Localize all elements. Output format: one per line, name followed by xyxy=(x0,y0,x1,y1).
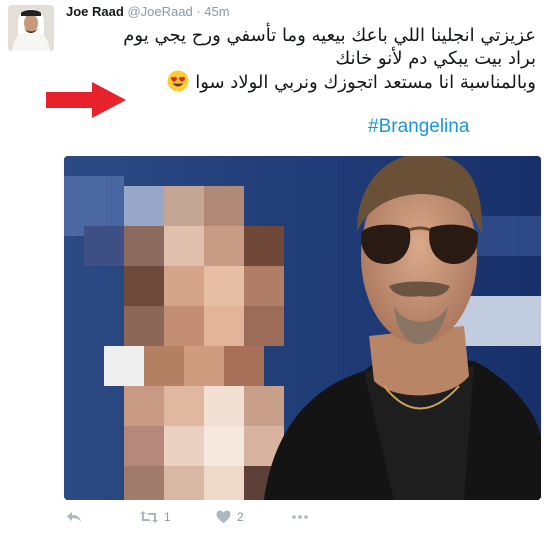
like-count: 2 xyxy=(237,510,244,524)
tweet-text: عزيزتي انجلينا اللي باعك بيعيه وما تأسفي… xyxy=(76,24,536,94)
tweet-line-1: عزيزتي انجلينا اللي باعك بيعيه وما تأسفي… xyxy=(123,25,536,46)
hashtag-link[interactable]: #Brangelina xyxy=(368,116,469,138)
more-icon xyxy=(292,515,308,519)
more-button[interactable] xyxy=(292,515,308,519)
author-handle[interactable]: @JoeRaad xyxy=(127,4,192,19)
like-button[interactable]: 2 xyxy=(216,510,244,524)
retweet-button[interactable]: 1 xyxy=(140,510,171,524)
tweet-line-3-wrapper: وبالمناسبة انا مستعد اتجوزك ونربي الولاد… xyxy=(76,70,536,94)
retweet-icon xyxy=(140,511,158,523)
reply-button[interactable] xyxy=(66,510,82,524)
heart-eyes-emoji-icon xyxy=(167,70,189,92)
tweet-line-3: وبالمناسبة انا مستعد اتجوزك ونربي الولاد… xyxy=(195,72,536,93)
tweet-header: Joe Raad @JoeRaad · 45m xyxy=(66,4,230,19)
timestamp[interactable]: 45m xyxy=(204,4,229,19)
photo-image xyxy=(64,156,541,500)
separator: · xyxy=(196,4,201,19)
tweet-photo[interactable] xyxy=(64,156,541,500)
tweet-actions: 1 2 xyxy=(66,510,366,530)
retweet-count: 1 xyxy=(164,510,171,524)
heart-icon xyxy=(216,510,231,523)
tweet-line-2: براد بيت يبكي دم لأنو خانك xyxy=(335,48,536,69)
author-name[interactable]: Joe Raad xyxy=(66,4,124,19)
profile-photo xyxy=(8,5,54,51)
reply-icon xyxy=(67,512,81,522)
avatar[interactable] xyxy=(8,5,54,51)
